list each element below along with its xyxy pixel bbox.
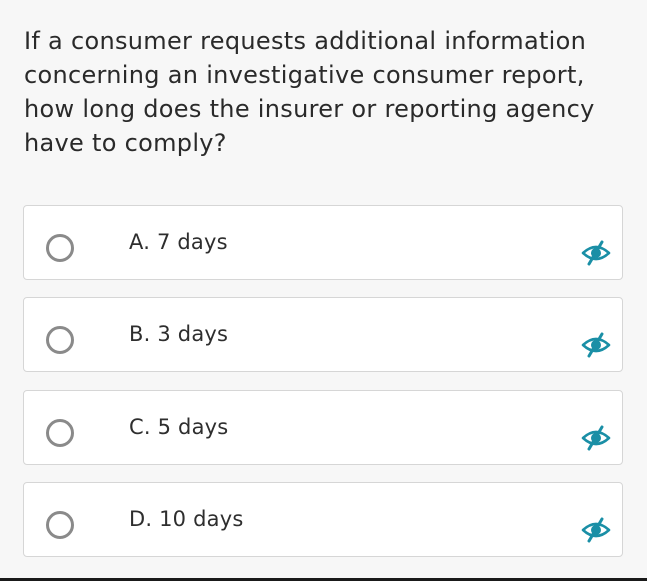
eye-slash-icon[interactable]	[580, 332, 612, 358]
option-label: C. 5 days	[129, 415, 229, 439]
eye-slash-icon[interactable]	[580, 425, 612, 451]
option-label: B. 3 days	[129, 322, 229, 346]
answer-option-c[interactable]: C. 5 days	[23, 390, 623, 465]
answer-option-a[interactable]: A. 7 days	[23, 205, 623, 280]
option-label: D. 10 days	[129, 507, 244, 531]
radio-button[interactable]	[46, 234, 74, 262]
radio-button[interactable]	[46, 326, 74, 354]
answer-option-b[interactable]: B. 3 days	[23, 297, 623, 372]
answer-option-d[interactable]: D. 10 days	[23, 482, 623, 557]
eye-slash-icon[interactable]	[580, 517, 612, 543]
radio-button[interactable]	[46, 419, 74, 447]
question-text: If a consumer requests additional inform…	[24, 27, 595, 157]
option-label: A. 7 days	[129, 230, 228, 254]
radio-button[interactable]	[46, 511, 74, 539]
eye-slash-icon[interactable]	[580, 240, 612, 266]
